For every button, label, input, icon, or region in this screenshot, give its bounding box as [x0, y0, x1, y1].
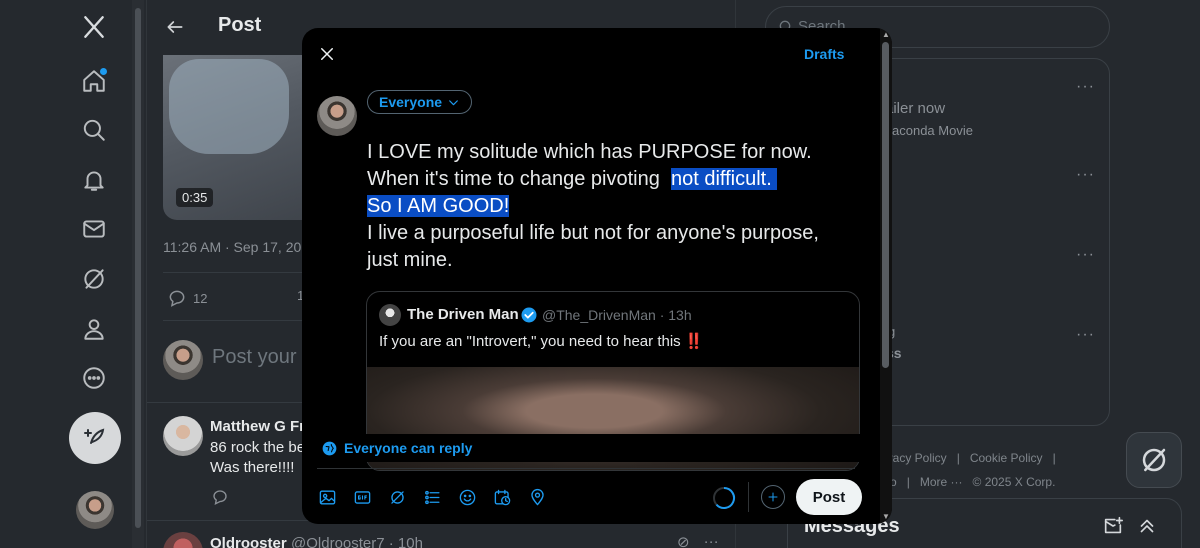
reply-settings-button[interactable]: Everyone can reply: [322, 434, 872, 462]
home-icon[interactable]: [72, 59, 116, 103]
poll-icon[interactable]: [422, 483, 442, 511]
double-exclamation-emoji: ‼️: [684, 333, 704, 350]
comment-author-handle: @Oldrooster7 · 10h: [291, 535, 423, 548]
add-post-button[interactable]: [761, 485, 785, 509]
composer-avatar: [317, 96, 357, 136]
feather-plus-icon: [84, 428, 105, 444]
footer-links: rivacy Policy | Cookie Policy | nfo | Mo…: [880, 446, 1100, 494]
comment-text-line: Was there!!!!: [210, 459, 295, 476]
reply-count[interactable]: 12: [167, 288, 207, 308]
cookie-policy-link[interactable]: Cookie Policy: [970, 451, 1043, 465]
comment-actions: ⊘ ···: [677, 533, 719, 548]
compose-text-segment: When it's time to change pivoting: [367, 168, 671, 190]
account-avatar[interactable]: [76, 491, 114, 529]
comment-avatar[interactable]: [163, 416, 203, 456]
plus-icon: [768, 492, 778, 502]
schedule-icon[interactable]: [492, 483, 512, 511]
toolbar-separator: [748, 482, 749, 512]
reply-bubble-icon: [169, 290, 185, 307]
grok-icon[interactable]: [72, 257, 116, 301]
video-thumbnail[interactable]: 0:35: [163, 55, 323, 220]
scroll-down-arrow-icon[interactable]: ▼: [882, 512, 890, 521]
comment-reply-icon[interactable]: [211, 488, 231, 508]
home-notification-dot: [100, 68, 107, 75]
explore-search-icon[interactable]: [72, 108, 116, 152]
quoted-text-body: If you are an "Introvert," you need to h…: [379, 333, 681, 350]
expand-chevron-icon[interactable]: [1136, 515, 1158, 537]
close-icon[interactable]: [313, 40, 341, 68]
grok-icon[interactable]: ⊘: [677, 533, 690, 548]
quoted-author-name: The Driven Man: [407, 306, 519, 323]
selected-text: So I AM GOOD!: [367, 195, 510, 217]
audience-label: Everyone: [379, 94, 443, 110]
quoted-post-text: If you are an "Introvert," you need to h…: [379, 332, 704, 350]
x-logo-icon[interactable]: [72, 5, 116, 49]
trend-more-dots-icon[interactable]: ···: [1076, 246, 1095, 264]
post-button[interactable]: Post: [796, 479, 862, 515]
new-message-icon[interactable]: [1102, 515, 1124, 537]
globe-icon: [322, 441, 337, 456]
audience-selector[interactable]: Everyone: [367, 90, 473, 114]
compose-textarea[interactable]: I LOVE my solitude which has PURPOSE for…: [367, 139, 847, 274]
compose-line: I LOVE my solitude which has PURPOSE for…: [367, 141, 812, 163]
chevron-down-icon: [449, 99, 458, 105]
comment-avatar[interactable]: [163, 532, 203, 548]
messages-envelope-icon[interactable]: [72, 207, 116, 251]
grok-icon[interactable]: [387, 483, 407, 511]
compose-line: just mine.: [367, 249, 453, 271]
verified-badge-icon: [520, 306, 538, 324]
compose-modal: Drafts Everyone I LOVE my solitude which…: [302, 28, 892, 524]
modal-scrollbar-thumb[interactable]: [882, 42, 889, 368]
compose-line: I live a purposeful life but not for any…: [367, 222, 819, 244]
profile-person-icon[interactable]: [72, 307, 116, 351]
video-duration: 0:35: [176, 188, 214, 207]
trend-more-dots-icon[interactable]: ···: [1076, 326, 1095, 344]
page-title: Post: [218, 14, 262, 36]
footer-separator: |: [1052, 451, 1056, 465]
grok-icon: [1142, 448, 1166, 472]
footer-separator: |: [956, 451, 960, 465]
compose-post-button[interactable]: [69, 412, 121, 464]
compose-line: So I AM GOOD!: [367, 193, 847, 220]
divider: [317, 468, 855, 469]
copyright-text: © 2025 X Corp.: [972, 475, 1056, 489]
left-navigation: [0, 0, 132, 548]
notifications-bell-icon[interactable]: [72, 158, 116, 202]
emoji-icon[interactable]: [457, 483, 477, 511]
comment-author-name[interactable]: Matthew G Fr: [210, 418, 305, 435]
image-icon[interactable]: [317, 483, 337, 511]
more-dots-icon[interactable]: ···: [704, 533, 719, 548]
video-frame-image: [169, 59, 289, 154]
gif-icon[interactable]: [352, 483, 372, 511]
reply-settings-label: Everyone can reply: [344, 440, 473, 456]
post-timestamp[interactable]: 11:26 AM · Sep 17, 20: [163, 239, 301, 255]
comment-text-line: 86 rock the be: [210, 439, 306, 456]
reply-composer-avatar: [163, 340, 203, 380]
comment-author-name[interactable]: Oldrooster: [210, 535, 287, 548]
grok-floating-button[interactable]: [1126, 432, 1182, 488]
page-scrollbar-thumb[interactable]: [135, 8, 141, 528]
compose-toolbar: [317, 483, 547, 511]
drafts-button[interactable]: Drafts: [804, 46, 844, 62]
selected-text: not difficult.: [670, 168, 778, 190]
trend-more-dots-icon[interactable]: ···: [1076, 166, 1095, 184]
trend-more-dots-icon[interactable]: ···: [1076, 78, 1095, 96]
character-count-ring: [713, 487, 735, 509]
reply-count-value: 12: [193, 290, 208, 306]
more-footer-link[interactable]: More ···: [920, 475, 963, 489]
location-icon[interactable]: [527, 483, 547, 511]
trend-subtitle: aconda Movie: [892, 123, 973, 138]
reply-composer-placeholder[interactable]: Post your: [212, 346, 296, 369]
compose-line: When it's time to change pivoting not di…: [367, 166, 847, 193]
more-circle-icon[interactable]: [72, 356, 116, 400]
back-arrow-icon[interactable]: [161, 13, 189, 41]
scroll-up-arrow-icon[interactable]: ▲: [882, 30, 890, 39]
footer-separator: |: [906, 475, 910, 489]
quoted-author-handle: @The_DrivenMan · 13h: [542, 307, 692, 323]
quoted-author-avatar: [379, 304, 401, 326]
